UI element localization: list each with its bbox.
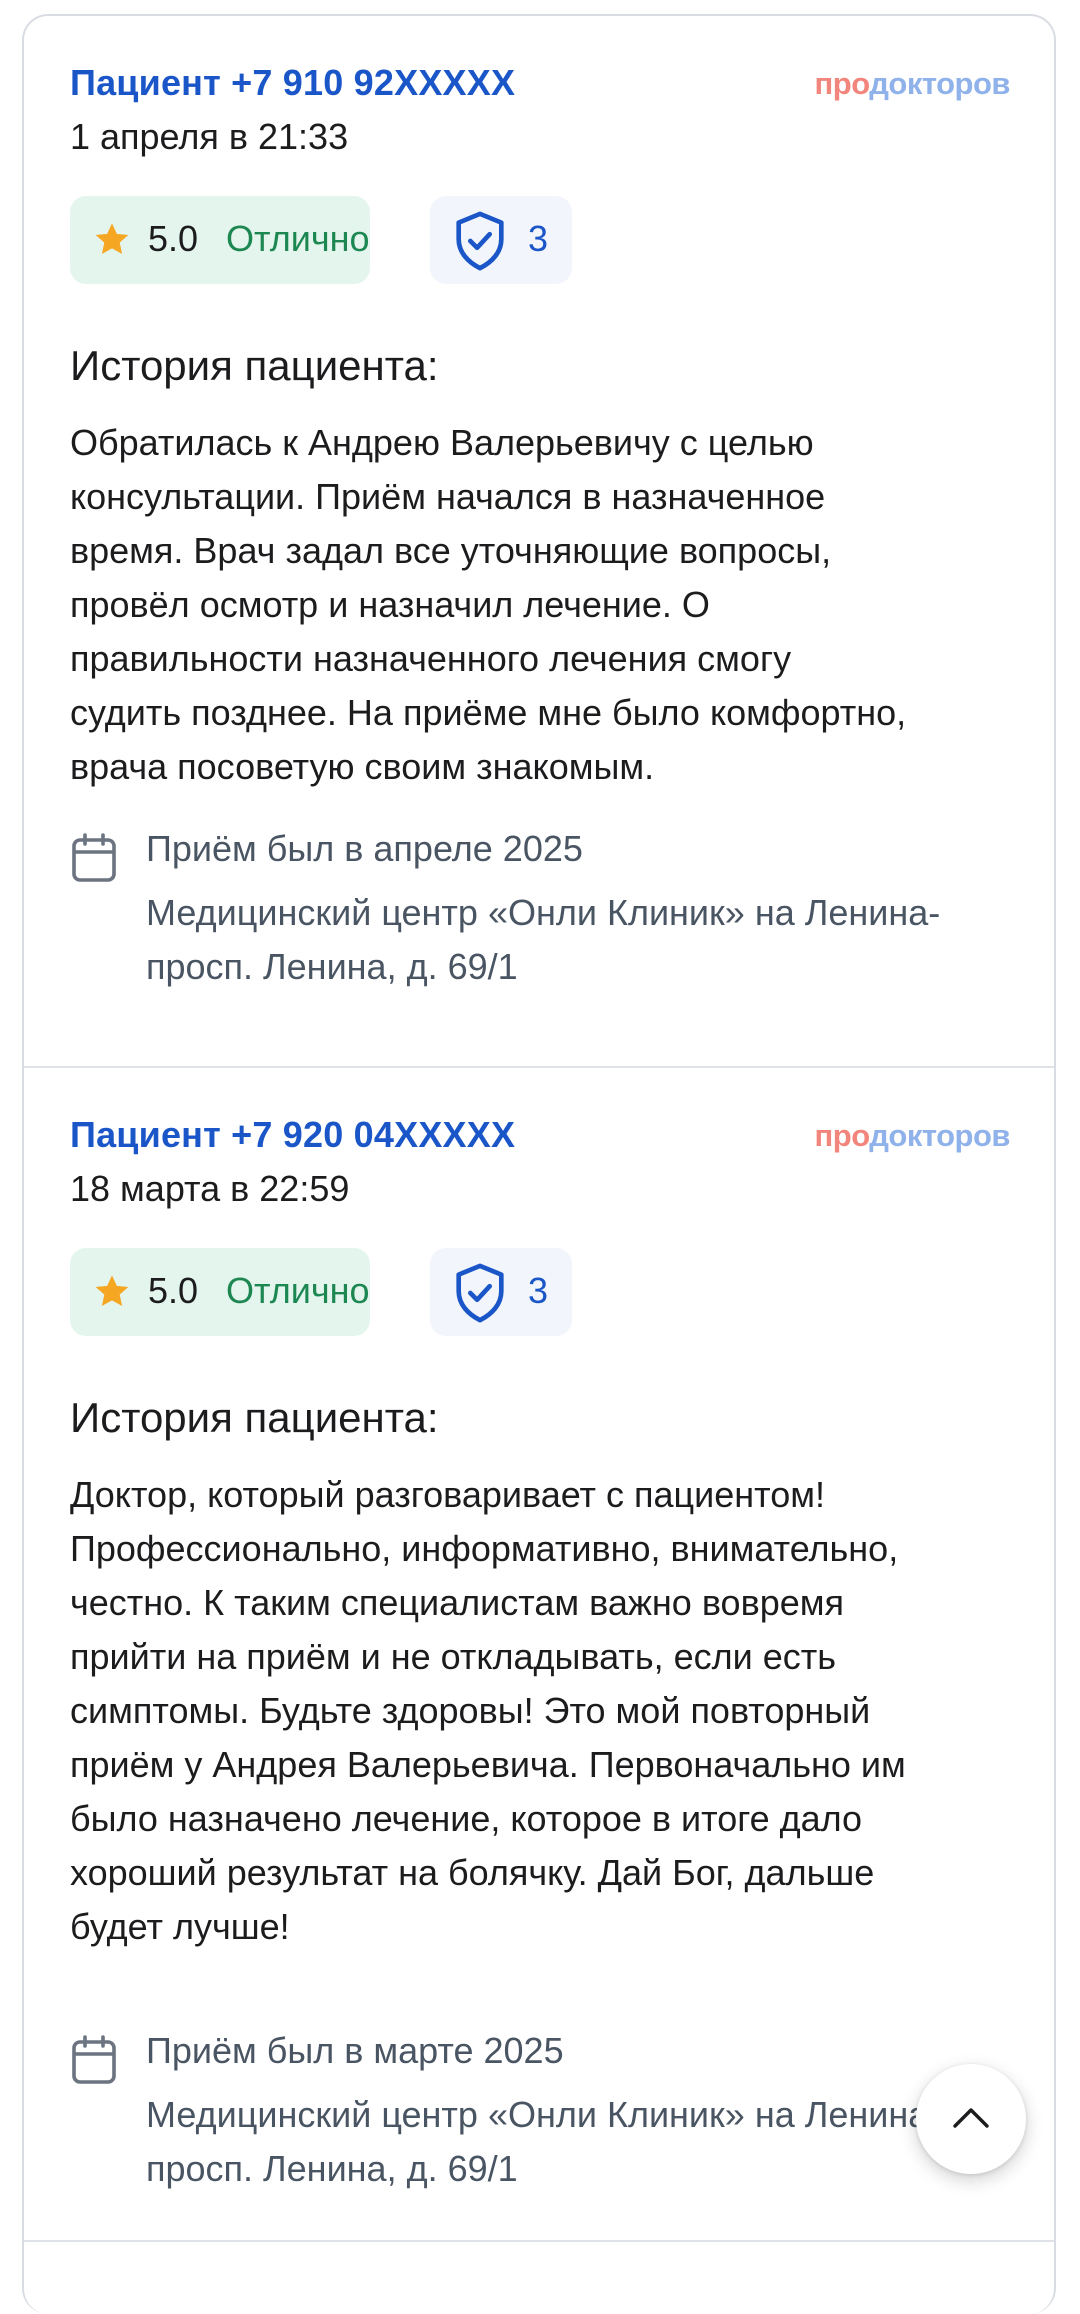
visit-date: Приём был в марте 2025 bbox=[146, 2030, 564, 2071]
rating-badge[interactable]: 5.0 Отлично bbox=[70, 1248, 370, 1336]
prodoktorov-logo: продокторов bbox=[814, 1118, 1011, 1154]
prodoktorov-logo: продокторов bbox=[814, 66, 1011, 102]
verification-count: 3 bbox=[528, 218, 549, 259]
rating-value: 5.0 bbox=[148, 218, 199, 259]
review-item: Пациент +7 910 92XXXXX 1 апреля в 21:33 … bbox=[24, 16, 1054, 1068]
calendar-icon bbox=[72, 833, 116, 882]
chevron-up-icon bbox=[953, 2108, 989, 2128]
story-text: Доктор, который разговаривает с пациенто… bbox=[70, 1474, 906, 1947]
review-date: 1 апреля в 21:33 bbox=[70, 116, 349, 157]
review-date: 18 марта в 22:59 bbox=[70, 1168, 350, 1209]
visit-date: Приём был в апреле 2025 bbox=[146, 828, 583, 869]
clinic-address: Медицинский центр «Онли Клиник» на Ленин… bbox=[146, 892, 941, 987]
reviews-card: Пациент +7 910 92XXXXX 1 апреля в 21:33 … bbox=[22, 14, 1056, 2314]
logo-part-pro: про bbox=[814, 1118, 870, 1153]
verification-count: 3 bbox=[528, 1270, 549, 1311]
logo-part-pro: про bbox=[814, 66, 870, 101]
star-icon bbox=[95, 223, 129, 254]
verification-badge[interactable]: 3 bbox=[430, 196, 572, 284]
scroll-to-top-button[interactable] bbox=[916, 2064, 1026, 2174]
rating-label: Отлично bbox=[226, 218, 370, 259]
star-icon bbox=[95, 1275, 129, 1306]
rating-label: Отлично bbox=[226, 1270, 370, 1311]
story-title: История пациента: bbox=[70, 1394, 439, 1441]
review-author-link[interactable]: Пациент +7 920 04XXXXX bbox=[70, 1114, 515, 1156]
logo-part-doc: докторов bbox=[869, 1118, 1010, 1153]
shield-check-icon bbox=[456, 211, 504, 271]
shield-check-icon bbox=[456, 1263, 504, 1323]
rating-badge[interactable]: 5.0 Отлично bbox=[70, 196, 370, 284]
review-item: Пациент +7 920 04XXXXX 18 марта в 22:59 … bbox=[24, 1068, 1054, 2242]
story-title: История пациента: bbox=[70, 342, 439, 389]
story-text: Обратилась к Андрею Валерьевичу с целью … bbox=[70, 422, 907, 787]
clinic-address: Медицинский центр «Онли Клиник» на Ленин… bbox=[146, 2094, 941, 2189]
review-author-link[interactable]: Пациент +7 910 92XXXXX bbox=[70, 62, 515, 104]
verification-badge[interactable]: 3 bbox=[430, 1248, 572, 1336]
logo-part-doc: докторов bbox=[869, 66, 1010, 101]
calendar-icon bbox=[72, 2035, 116, 2084]
rating-value: 5.0 bbox=[148, 1270, 199, 1311]
